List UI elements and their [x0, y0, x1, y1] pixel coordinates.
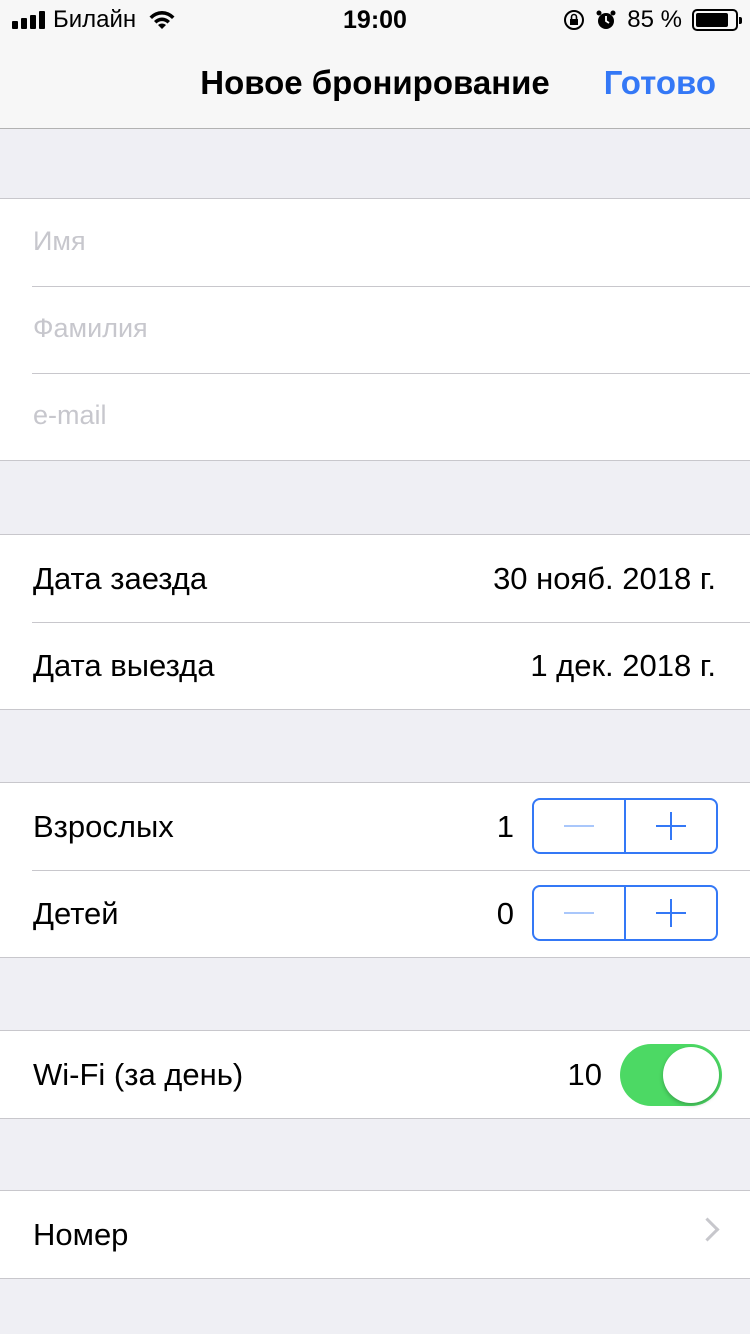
adults-decrement-button[interactable] [534, 800, 624, 852]
room-label: Номер [33, 1217, 129, 1252]
guests-count-section: Взрослых 1 Детей 0 [0, 782, 750, 958]
checkout-value: 1 дек. 2018 г. [530, 648, 716, 683]
wifi-price: 10 [567, 1057, 602, 1092]
first-name-placeholder: Имя [33, 226, 86, 256]
dates-section: Дата заезда 30 нояб. 2018 г. Дата выезда… [0, 534, 750, 710]
toggle-knob [663, 1047, 719, 1103]
first-name-field[interactable]: Имя [0, 199, 750, 286]
wifi-section: Wi-Fi (за день) 10 [0, 1030, 750, 1119]
children-count: 0 [496, 896, 514, 931]
adults-label: Взрослых [33, 809, 174, 844]
adults-row: Взрослых 1 [0, 783, 750, 870]
checkin-date-row[interactable]: Дата заезда 30 нояб. 2018 г. [0, 535, 750, 622]
checkin-value: 30 нояб. 2018 г. [493, 561, 716, 596]
email-field[interactable]: e-mail [0, 373, 750, 460]
guest-info-section: Имя Фамилия e-mail [0, 198, 750, 461]
adults-count: 1 [496, 809, 514, 844]
adults-stepper[interactable] [532, 798, 718, 854]
email-placeholder: e-mail [33, 400, 107, 430]
navigation-bar: Новое бронирование Готово [0, 40, 750, 129]
battery-percent: 85 % [627, 6, 682, 33]
wifi-toggle[interactable] [620, 1044, 722, 1106]
done-button[interactable]: Готово [604, 64, 716, 102]
battery-fill [696, 13, 728, 27]
checkout-label: Дата выезда [33, 648, 215, 683]
room-row[interactable]: Номер [0, 1191, 750, 1278]
adults-increment-button[interactable] [624, 800, 716, 852]
children-stepper[interactable] [532, 885, 718, 941]
orientation-lock-icon [564, 10, 585, 30]
status-bar: Билайн 19:00 85 % [0, 0, 750, 40]
checkin-label: Дата заезда [33, 561, 208, 596]
children-label: Детей [33, 896, 119, 931]
last-name-placeholder: Фамилия [33, 313, 148, 343]
chevron-right-icon [695, 1217, 720, 1242]
children-decrement-button[interactable] [534, 887, 624, 939]
status-right: 85 % [563, 6, 742, 34]
room-section: Номер [0, 1190, 750, 1279]
children-row: Детей 0 [0, 870, 750, 957]
children-increment-button[interactable] [624, 887, 716, 939]
battery-icon [692, 9, 742, 31]
wifi-row: Wi-Fi (за день) 10 [0, 1031, 750, 1118]
last-name-field[interactable]: Фамилия [0, 286, 750, 373]
alarm-icon [596, 10, 616, 29]
wifi-label: Wi-Fi (за день) [33, 1057, 244, 1092]
checkout-date-row[interactable]: Дата выезда 1 дек. 2018 г. [0, 622, 750, 709]
